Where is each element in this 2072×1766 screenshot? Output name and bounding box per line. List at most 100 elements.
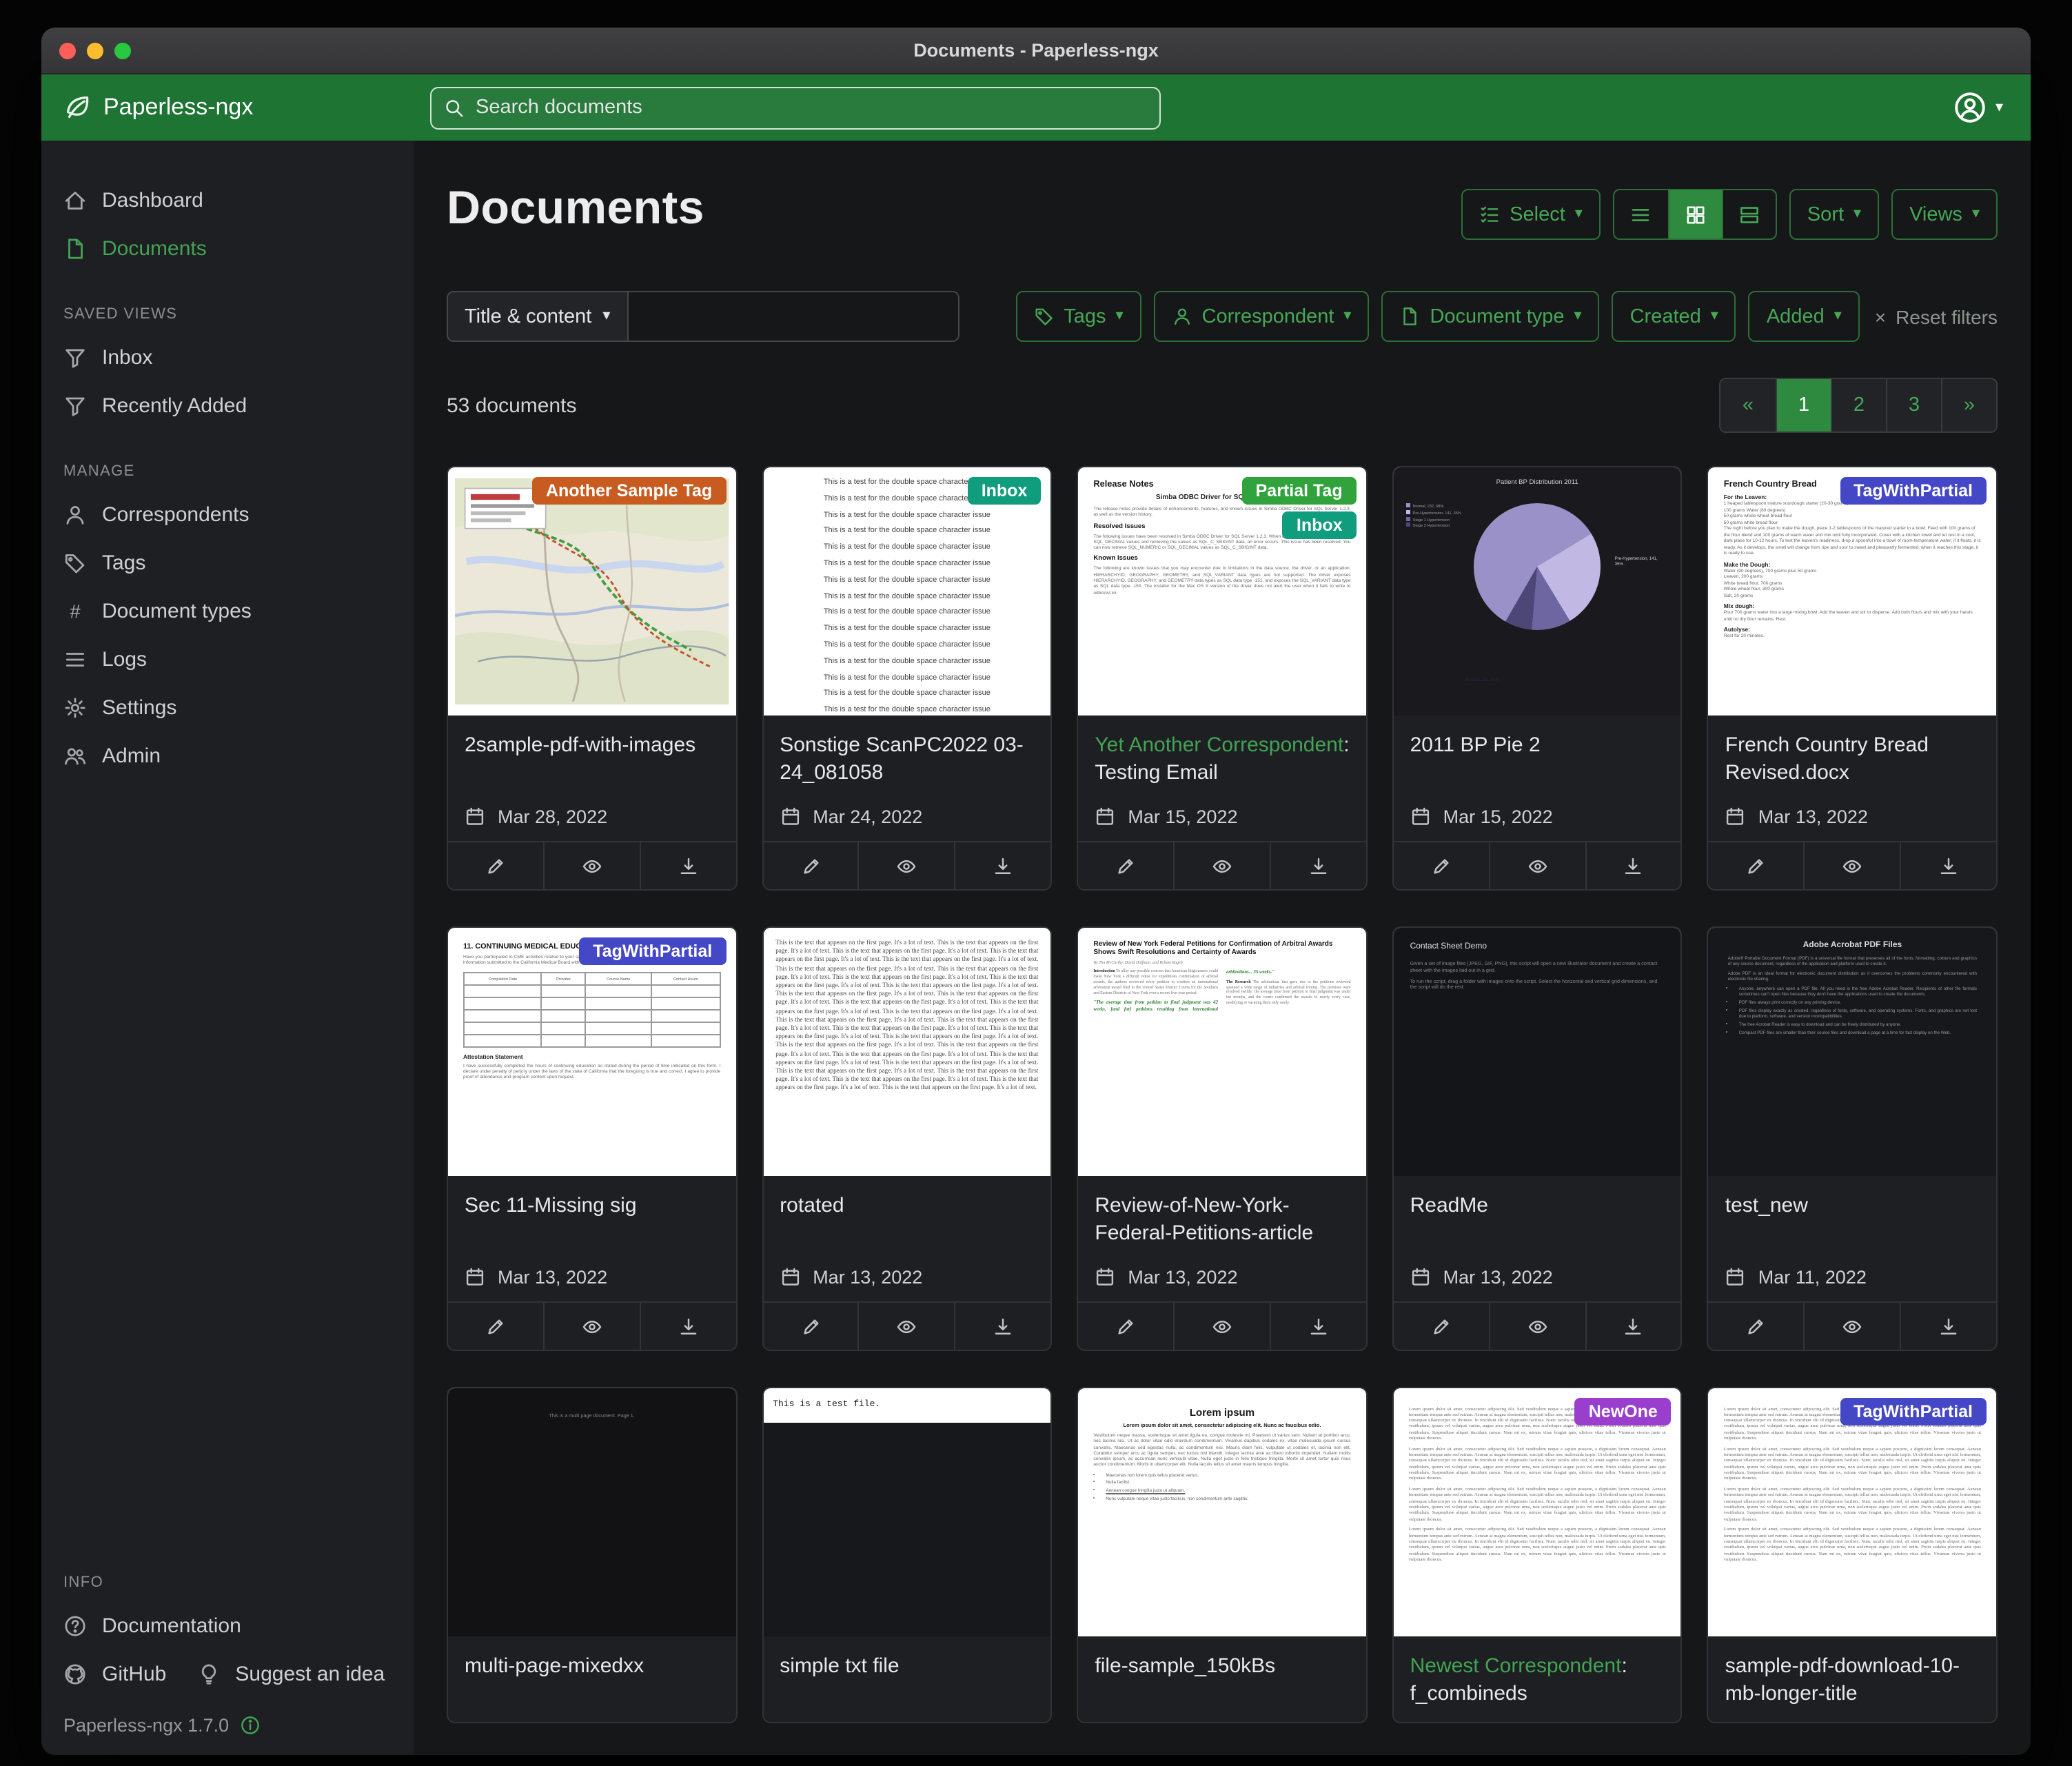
zoom-window-button[interactable] [114, 42, 131, 59]
document-title[interactable]: Yet Another Correspondent: Testing Email [1095, 732, 1349, 787]
filter-query-input[interactable] [628, 291, 959, 342]
document-thumbnail[interactable]: Lorem ipsum dolor sit amet, consectetur … [1394, 1388, 1681, 1636]
edit-document-button[interactable] [1394, 842, 1489, 889]
download-document-button[interactable] [1900, 1303, 1996, 1350]
view-document-button[interactable] [1488, 1303, 1585, 1350]
document-thumbnail[interactable]: Lorem ipsumLorem ipsum dolor sit amet, c… [1078, 1388, 1365, 1636]
tag-chip[interactable]: TagWithPartial [1840, 1398, 1987, 1425]
sidebar-item-settings[interactable]: Settings [41, 684, 414, 732]
view-document-button[interactable] [858, 842, 955, 889]
prev-page-button[interactable]: « [1720, 379, 1776, 432]
document-card[interactable]: Another Sample Tag 2sample-pdf-with-image… [447, 466, 737, 891]
edit-document-button[interactable] [448, 842, 543, 889]
download-document-button[interactable] [639, 842, 735, 889]
document-title[interactable]: Sec 11-Missing sig [465, 1192, 719, 1248]
sidebar-item-logs[interactable]: Logs [41, 636, 414, 684]
document-correspondent[interactable]: Newest Correspondent [1410, 1654, 1622, 1678]
edit-document-button[interactable] [1394, 1303, 1489, 1350]
document-thumbnail[interactable]: 11. CONTINUING MEDICAL EDUCATIONHave you… [448, 928, 735, 1176]
view-grid-button[interactable] [1668, 190, 1722, 238]
document-card[interactable]: French Country BreadFor the Leaven:1 hea… [1707, 466, 1998, 891]
tag-chip[interactable]: NewOne [1575, 1398, 1672, 1425]
document-card[interactable]: 11. CONTINUING MEDICAL EDUCATIONHave you… [447, 926, 737, 1351]
tag-chip[interactable]: Partial Tag [1242, 477, 1357, 505]
download-document-button[interactable] [1585, 842, 1681, 889]
document-correspondent[interactable]: Yet Another Correspondent [1095, 733, 1343, 757]
sidebar-item-dashboard[interactable]: Dashboard [41, 176, 414, 225]
filter-correspondent-button[interactable]: Correspondent▾ [1154, 291, 1370, 342]
document-title[interactable]: test_new [1725, 1192, 1980, 1248]
document-card[interactable]: Lorem ipsum dolor sit amet, consectetur … [1392, 1387, 1683, 1723]
document-title[interactable]: sample-pdf-download-10-mb-longer-title [1725, 1653, 1980, 1708]
tag-chip[interactable]: TagWithPartial [1840, 477, 1987, 505]
download-document-button[interactable] [1585, 1303, 1681, 1350]
edit-document-button[interactable] [1078, 1303, 1173, 1350]
sidebar-item-documentation[interactable]: Documentation [41, 1602, 414, 1650]
sort-button[interactable]: Sort ▾ [1789, 189, 1879, 240]
edit-document-button[interactable] [448, 1303, 543, 1350]
document-thumbnail[interactable]: French Country BreadFor the Leaven:1 hea… [1709, 467, 1996, 715]
view-document-button[interactable] [543, 1303, 640, 1350]
document-thumbnail[interactable]: Another Sample Tag [448, 467, 735, 715]
filter-tags-button[interactable]: Tags▾ [1015, 291, 1141, 342]
filter-created-button[interactable]: Created▾ [1612, 291, 1736, 342]
reset-filters-button[interactable]: × Reset filters [1875, 305, 1998, 327]
view-details-button[interactable] [1722, 190, 1776, 238]
download-document-button[interactable] [639, 1303, 735, 1350]
document-thumbnail[interactable]: This is a multi page document. Page 1. [448, 1388, 735, 1636]
document-card[interactable]: Patient BP Distribution 2011Normal, 232,… [1392, 466, 1683, 891]
sidebar-item-document-types[interactable]: #Document types [41, 587, 414, 636]
document-card[interactable]: This is a multi page document. Page 1. mu… [447, 1387, 737, 1723]
next-page-button[interactable]: » [1941, 379, 1996, 432]
filter-document-type-button[interactable]: Document type▾ [1381, 291, 1599, 342]
tag-chip[interactable]: TagWithPartial [579, 937, 726, 965]
view-document-button[interactable] [858, 1303, 955, 1350]
global-search[interactable] [430, 86, 1161, 129]
page-3-button[interactable]: 3 [1886, 379, 1941, 432]
document-title[interactable]: 2sample-pdf-with-images [465, 732, 719, 787]
edit-document-button[interactable] [1078, 842, 1173, 889]
edit-document-button[interactable] [763, 842, 858, 889]
document-thumbnail[interactable]: This is the text that appears on the fir… [763, 928, 1050, 1176]
view-document-button[interactable] [543, 842, 640, 889]
document-title[interactable]: multi-page-mixedxx [465, 1653, 719, 1708]
document-title[interactable]: simple txt file [780, 1653, 1034, 1708]
document-card[interactable]: Adobe Acrobat PDF FilesAdobe® Portable D… [1707, 926, 1998, 1351]
view-document-button[interactable] [1804, 842, 1900, 889]
document-title[interactable]: ReadMe [1410, 1192, 1665, 1248]
view-document-button[interactable] [1173, 1303, 1270, 1350]
user-menu[interactable]: ▾ [1954, 91, 2009, 124]
tag-chip[interactable]: Another Sample Tag [532, 477, 726, 505]
sidebar-item-admin[interactable]: Admin [41, 732, 414, 780]
document-title[interactable]: Review-of-New-York-Federal-Petitions-art… [1095, 1192, 1349, 1248]
document-title[interactable]: Sonstige ScanPC2022 03-24_081058 [780, 732, 1034, 787]
sidebar-item-inbox[interactable]: Inbox [41, 334, 414, 382]
document-thumbnail[interactable]: Contact Sheet DemoGiven a set of image f… [1394, 928, 1681, 1176]
document-card[interactable]: Release NotesSimba ODBC Driver for SQL S… [1077, 466, 1367, 891]
document-thumbnail[interactable]: This is a test file. [763, 1388, 1050, 1636]
document-card[interactable]: Lorem ipsumLorem ipsum dolor sit amet, c… [1077, 1387, 1367, 1723]
document-title[interactable]: French Country Bread Revised.docx [1725, 732, 1980, 787]
download-document-button[interactable] [1270, 842, 1366, 889]
view-document-button[interactable] [1488, 842, 1585, 889]
views-button[interactable]: Views ▾ [1891, 189, 1998, 240]
document-card[interactable]: This is the text that appears on the fir… [762, 926, 1052, 1351]
download-document-button[interactable] [955, 842, 1051, 889]
document-card[interactable]: Review of New York Federal Petitions for… [1077, 926, 1367, 1351]
download-document-button[interactable] [1900, 842, 1996, 889]
download-document-button[interactable] [955, 1303, 1051, 1350]
page-1-button[interactable]: 1 [1776, 379, 1831, 432]
edit-document-button[interactable] [1709, 842, 1804, 889]
document-title[interactable]: rotated [780, 1192, 1034, 1248]
view-document-button[interactable] [1804, 1303, 1900, 1350]
sidebar-item-documents[interactable]: Documents [41, 225, 414, 273]
document-thumbnail[interactable]: Patient BP Distribution 2011Normal, 232,… [1394, 467, 1681, 715]
sidebar-item-recently-added[interactable]: Recently Added [41, 382, 414, 430]
edit-document-button[interactable] [1709, 1303, 1804, 1350]
view-document-button[interactable] [1173, 842, 1270, 889]
filter-field-button[interactable]: Title & content ▾ [447, 291, 628, 342]
document-card[interactable]: Contact Sheet DemoGiven a set of image f… [1392, 926, 1683, 1351]
document-thumbnail[interactable]: This is a test for the double space char… [763, 467, 1050, 715]
document-thumbnail[interactable]: Review of New York Federal Petitions for… [1078, 928, 1365, 1176]
close-window-button[interactable] [59, 42, 76, 59]
